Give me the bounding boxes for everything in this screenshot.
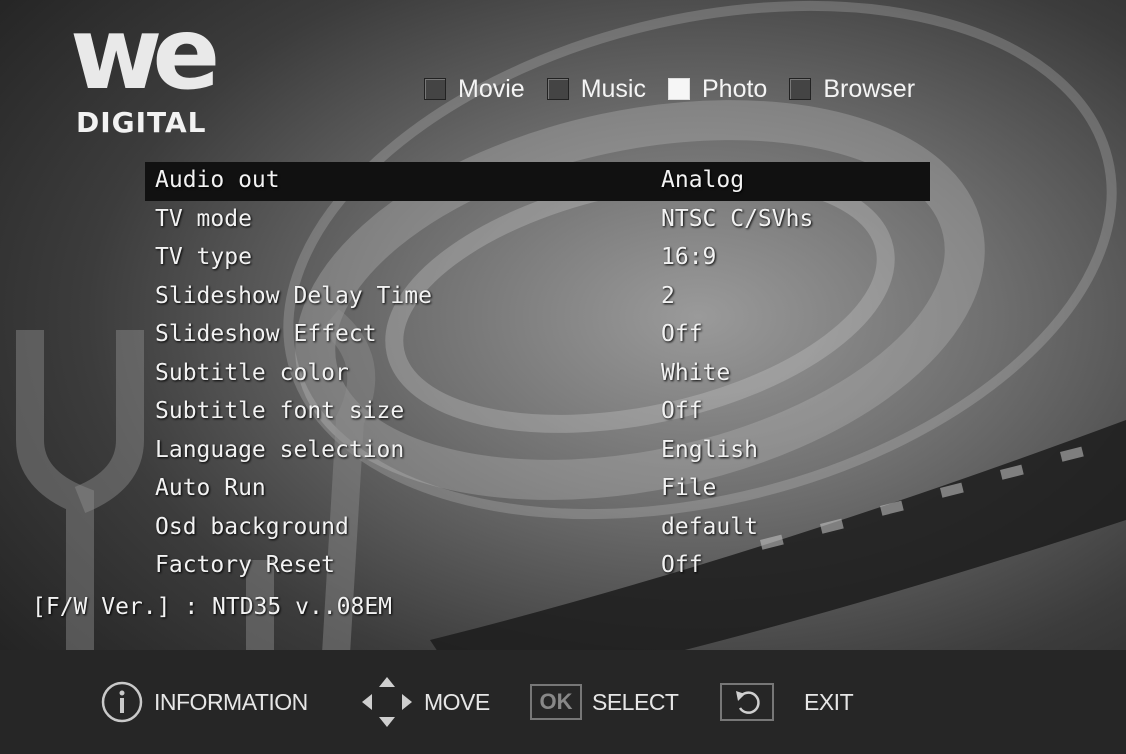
setting-tv-mode[interactable]: TV mode NTSC C/SVhs — [145, 201, 930, 240]
settings-screen: we DIGITAL Movie Music Photo Browser Aud… — [0, 0, 1126, 754]
hint-label: MOVE — [424, 688, 490, 715]
setting-tv-type[interactable]: TV type 16:9 — [145, 239, 930, 278]
tab-indicator-icon — [546, 78, 569, 100]
setting-factory-reset[interactable]: Factory Reset Off — [145, 547, 930, 586]
setting-value: Off — [661, 552, 703, 578]
setting-auto-run[interactable]: Auto Run File — [145, 470, 930, 509]
setting-label: Subtitle font size — [155, 398, 405, 424]
tab-label: Music — [580, 74, 646, 103]
setting-label: Audio out — [155, 167, 280, 193]
setting-slideshow-effect[interactable]: Slideshow Effect Off — [145, 316, 930, 355]
info-icon — [101, 681, 143, 723]
hint-label: EXIT — [804, 688, 854, 715]
hint-label: SELECT — [592, 688, 679, 715]
hint-information[interactable]: INFORMATION — [100, 674, 308, 730]
firmware-version: [F/W Ver.] : NTD35 v..08EM — [32, 594, 393, 620]
setting-value: Analog — [661, 167, 745, 193]
tab-indicator-icon — [667, 78, 690, 100]
setting-value: NTSC C/SVhs — [661, 205, 814, 232]
tab-photo[interactable]: Photo — [667, 74, 768, 104]
tab-label: Browser — [823, 74, 916, 103]
setting-label: Osd background — [155, 513, 349, 540]
return-arrow-icon — [720, 683, 774, 721]
setting-label: Slideshow Delay Time — [155, 282, 432, 309]
setting-value: Off — [661, 321, 703, 347]
setting-subtitle-font-size[interactable]: Subtitle font size Off — [145, 393, 930, 432]
setting-value: File — [661, 475, 717, 501]
setting-value: Off — [661, 398, 703, 424]
brand-logo: we DIGITAL — [70, 4, 240, 142]
setting-label: TV type — [155, 244, 252, 270]
tab-label: Movie — [458, 74, 525, 103]
direction-arrows-icon — [362, 677, 412, 727]
hint-move[interactable]: MOVE — [360, 674, 490, 730]
tab-indicator-icon — [789, 78, 812, 100]
control-hints-bar: INFORMATION MOVE OK SELECT EXIT — [0, 650, 1126, 754]
tab-label: Photo — [701, 74, 768, 103]
setting-value: 2 — [661, 282, 675, 309]
logo-subtitle: DIGITAL — [76, 106, 207, 139]
setting-value: English — [661, 436, 758, 463]
setting-label: Language selection — [155, 436, 405, 463]
setting-label: Subtitle color — [155, 359, 349, 386]
setting-label: TV mode — [155, 205, 252, 232]
ok-button-icon: OK — [530, 684, 582, 720]
setting-label: Factory Reset — [155, 552, 336, 578]
setting-value: 16:9 — [661, 244, 717, 270]
setting-value: White — [661, 359, 731, 386]
tab-browser[interactable]: Browser — [789, 75, 915, 104]
hint-label: INFORMATION — [154, 688, 308, 715]
logo-word: we — [70, 0, 220, 112]
settings-list: Audio out Analog TV mode NTSC C/SVhs TV … — [145, 162, 930, 586]
tab-indicator-icon — [424, 78, 446, 100]
setting-value: default — [661, 513, 758, 540]
hint-select[interactable]: OK SELECT — [530, 674, 679, 730]
tab-movie[interactable]: Movie — [424, 75, 525, 104]
setting-label: Auto Run — [155, 475, 266, 501]
hint-exit[interactable]: EXIT — [720, 674, 854, 730]
setting-label: Slideshow Effect — [155, 321, 377, 347]
setting-language[interactable]: Language selection English — [145, 432, 930, 471]
setting-audio-out[interactable]: Audio out Analog — [145, 162, 930, 201]
setting-osd-background[interactable]: Osd background default — [145, 509, 930, 548]
mode-tabs: Movie Music Photo Browser — [424, 72, 937, 106]
setting-slideshow-delay[interactable]: Slideshow Delay Time 2 — [145, 278, 930, 317]
setting-subtitle-color[interactable]: Subtitle color White — [145, 355, 930, 394]
tab-music[interactable]: Music — [546, 74, 646, 104]
